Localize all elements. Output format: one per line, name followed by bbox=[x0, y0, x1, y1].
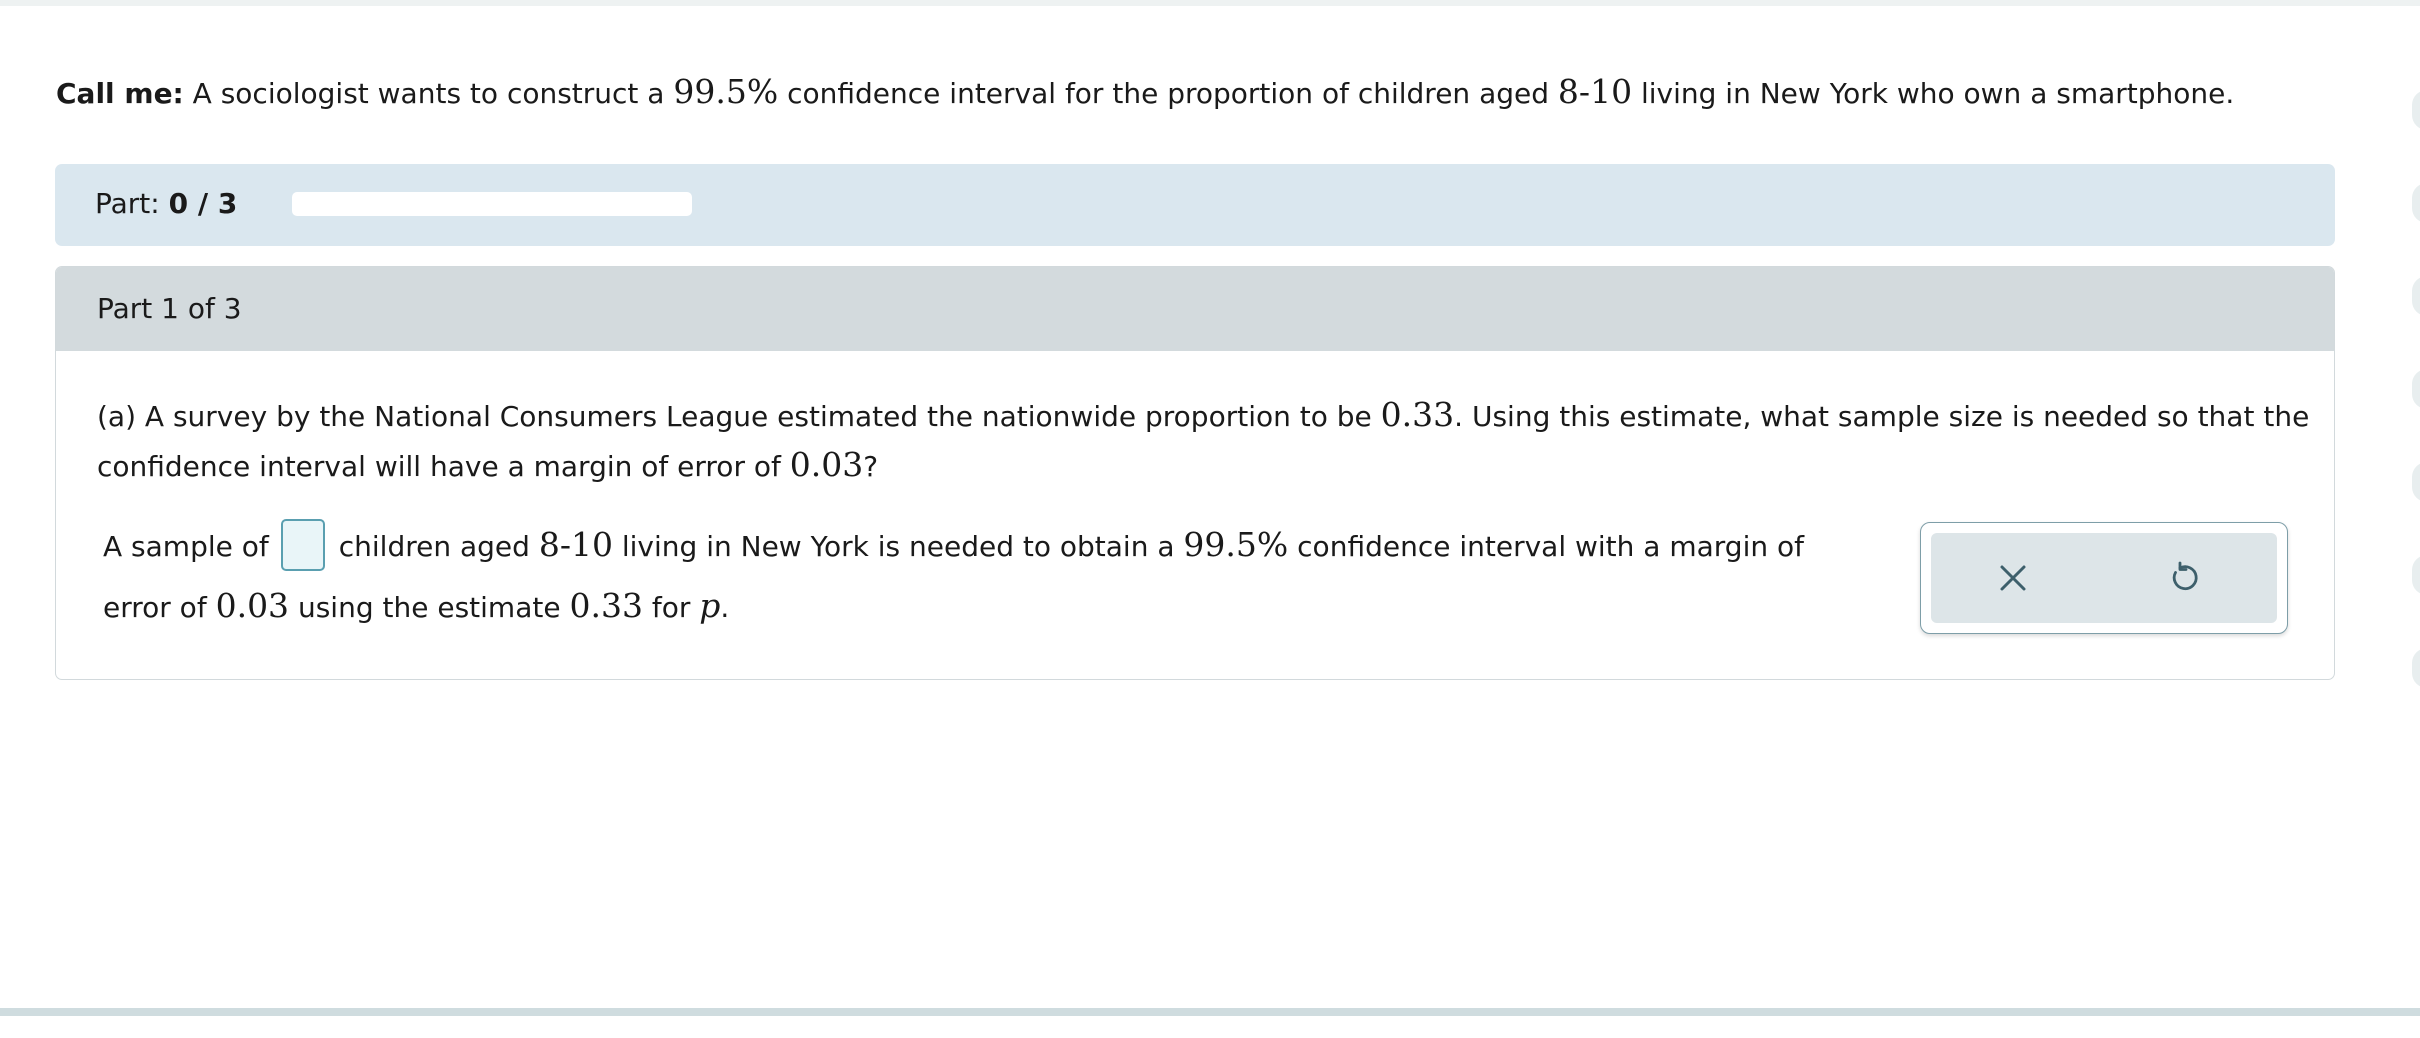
progress-count: 0 / 3 bbox=[168, 187, 238, 220]
top-strip bbox=[0, 0, 2420, 6]
answer-text: living in New York is needed to obtain a bbox=[612, 530, 1184, 563]
answer-tools bbox=[1920, 522, 2288, 634]
part-header: Part 1 of 3 bbox=[56, 267, 2334, 351]
answer-text: . bbox=[720, 591, 730, 624]
answer-line-2: error of 0.03 using the estimate 0.33 fo… bbox=[103, 583, 1903, 631]
answer-tools-inner bbox=[1931, 533, 2277, 623]
answer-text: A sample of bbox=[103, 530, 269, 563]
side-tool-button[interactable] bbox=[2412, 369, 2420, 409]
answer-text: for bbox=[642, 591, 700, 624]
problem-statement: Call me: A sociologist wants to construc… bbox=[56, 64, 2356, 122]
answer-text: confidence interval with a margin of bbox=[1288, 530, 1804, 563]
clear-button[interactable] bbox=[1993, 558, 2033, 598]
progress-label-text: Part: bbox=[95, 187, 169, 220]
progress-label: Part: 0 / 3 bbox=[95, 184, 237, 224]
math-confidence-level: 99.5% bbox=[673, 72, 779, 111]
math-estimate: 0.33 bbox=[1380, 395, 1455, 434]
problem-lead: Call me: bbox=[56, 77, 184, 110]
question-part: (a) A survey by the National Consumers L… bbox=[97, 400, 1381, 433]
question-part: ? bbox=[863, 450, 879, 483]
math-margin: 0.03 bbox=[215, 586, 290, 625]
math-variable-p: p bbox=[699, 586, 721, 625]
answer-text: children aged bbox=[338, 530, 539, 563]
side-tool-button[interactable] bbox=[2412, 555, 2420, 595]
answer-text: using the estimate bbox=[289, 591, 570, 624]
answer-line-1: A sample of children aged 8-10 living in … bbox=[103, 519, 1903, 574]
sample-size-input[interactable] bbox=[280, 519, 325, 571]
question-text: (a) A survey by the National Consumers L… bbox=[97, 391, 2317, 491]
math-age-range: 8-10 bbox=[1557, 72, 1633, 111]
math-margin: 0.03 bbox=[789, 445, 864, 484]
math-confidence-level: 99.5% bbox=[1183, 525, 1289, 564]
side-tool-button[interactable] bbox=[2412, 462, 2420, 502]
side-tool-button[interactable] bbox=[2412, 90, 2420, 130]
progress-panel: Part: 0 / 3 bbox=[55, 164, 2335, 246]
answer-text: error of bbox=[103, 591, 216, 624]
part-title: Part 1 of 3 bbox=[97, 292, 242, 325]
side-tool-button[interactable] bbox=[2412, 648, 2420, 688]
progress-bar bbox=[292, 192, 692, 216]
close-icon bbox=[2000, 565, 2026, 591]
undo-icon bbox=[2172, 561, 2198, 591]
problem-text: A sociologist wants to construct a bbox=[183, 77, 674, 110]
problem-text: living in New York who own a smartphone. bbox=[1632, 77, 2235, 110]
problem-text: confidence interval for the proportion o… bbox=[778, 77, 1558, 110]
math-age-range: 8-10 bbox=[538, 525, 613, 564]
side-tool-button[interactable] bbox=[2412, 183, 2420, 223]
undo-button[interactable] bbox=[2164, 558, 2204, 598]
page: Call me: A sociologist wants to construc… bbox=[0, 0, 2420, 1038]
side-tool-button[interactable] bbox=[2412, 276, 2420, 316]
bottom-toolbar bbox=[0, 1008, 2420, 1038]
math-estimate: 0.33 bbox=[569, 586, 643, 625]
